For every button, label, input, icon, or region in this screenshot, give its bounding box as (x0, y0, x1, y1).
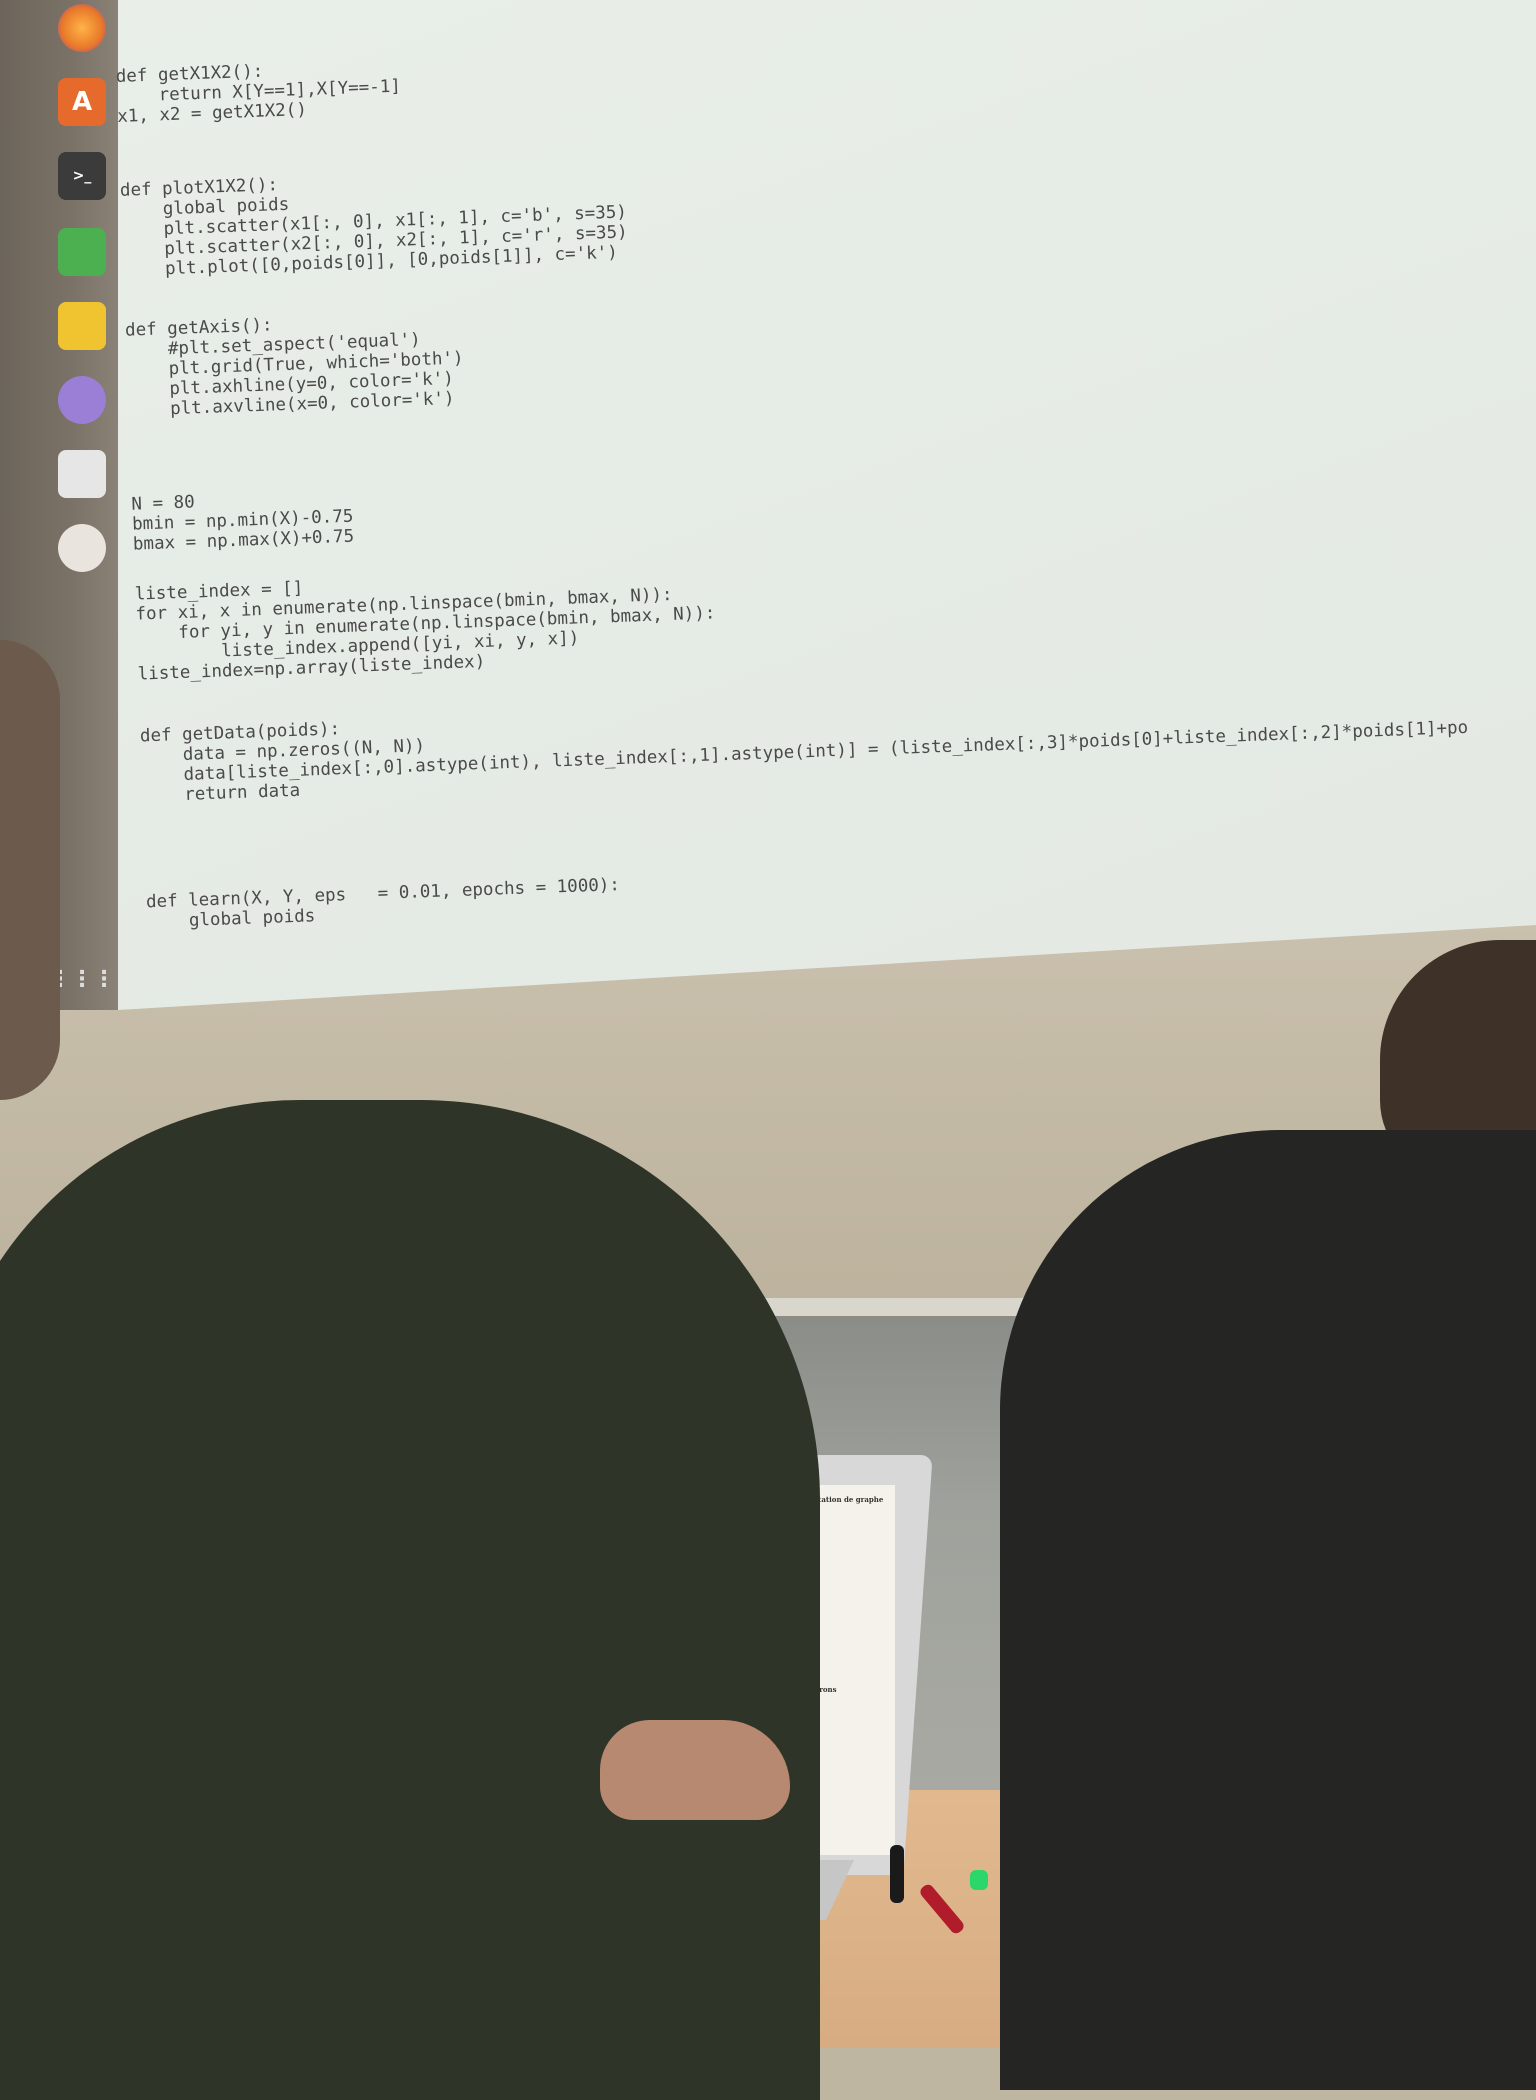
firefox-icon[interactable] (58, 4, 106, 52)
code-editor[interactable]: def getX1X2(): return X[Y==1],X[Y==-1] x… (115, 3, 1536, 974)
app-store-icon[interactable]: A (58, 78, 106, 126)
black-marker (890, 1845, 904, 1903)
notes-icon[interactable] (58, 302, 106, 350)
code-line: def learn(X, Y, eps = 0.01, epochs = 100… (145, 875, 621, 913)
person-right-back (1000, 1130, 1536, 2090)
projected-screen: A >_ ⋮⋮⋮ def getX1X2(): return X[Y==1],X… (0, 0, 1536, 1010)
code-line: N = 80 (131, 492, 196, 515)
apps-grid-icon[interactable]: ⋮⋮⋮ (49, 955, 115, 1003)
terminal-icon[interactable]: >_ (58, 152, 106, 200)
document-icon[interactable] (58, 450, 106, 498)
person-left-back (0, 1100, 820, 2100)
person-left-head (0, 640, 60, 1100)
hand-on-laptop (600, 1720, 790, 1820)
disc-icon[interactable] (58, 376, 106, 424)
folder-icon[interactable] (58, 524, 106, 572)
green-marker-cap (970, 1870, 988, 1890)
spreadsheet-icon[interactable] (58, 228, 106, 276)
